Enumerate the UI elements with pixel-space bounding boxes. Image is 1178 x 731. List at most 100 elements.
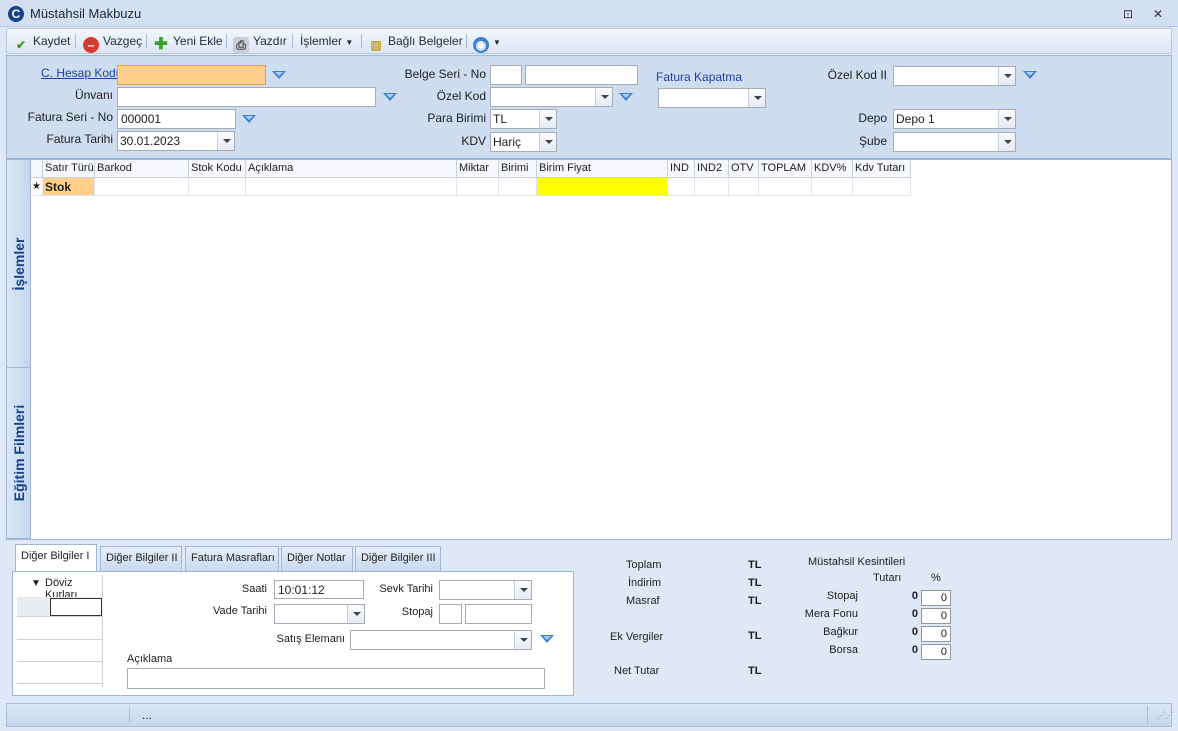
save-button[interactable]: ✔ Kaydet <box>13 29 70 53</box>
doviz-input[interactable] <box>50 598 102 616</box>
column-header[interactable]: Barkod <box>95 160 189 178</box>
dropdown-button[interactable] <box>539 133 556 151</box>
miktar-cell[interactable] <box>457 178 499 196</box>
stopaj-code-input[interactable] <box>439 604 462 624</box>
belge-seri-no-label: Belge Seri - No <box>404 67 486 81</box>
column-header[interactable]: IND <box>668 160 695 178</box>
kdv-tutari-cell[interactable] <box>853 178 911 196</box>
barkod-cell[interactable] <box>95 178 189 196</box>
column-header[interactable]: Kdv Tutarı <box>853 160 911 178</box>
cari-hesap-kodu-label[interactable]: C. Hesap Kodu <box>41 66 122 80</box>
dropdown-button[interactable] <box>514 581 531 599</box>
add-new-button[interactable]: ✚ Yeni Ekle <box>153 29 222 53</box>
kdv-select[interactable]: Hariç <box>490 132 557 152</box>
stopaj-kesinti-pct[interactable]: 0 <box>921 590 951 606</box>
dropdown-button[interactable] <box>748 89 765 107</box>
column-header[interactable]: Stok Kodu <box>189 160 246 178</box>
cancel-button[interactable]: – Vazgeç <box>83 29 142 53</box>
aciklama-cell[interactable] <box>246 178 457 196</box>
print-button[interactable]: ⎙ Yazdır <box>233 29 287 53</box>
linked-documents-button[interactable]: ▥ Bağlı Belgeler <box>368 29 462 53</box>
filter-icon[interactable] <box>383 93 397 103</box>
unvan-input[interactable] <box>117 87 376 107</box>
tab-diger-bilgiler-2[interactable]: Diğer Bilgiler II <box>100 546 182 571</box>
filter-icon[interactable] <box>540 635 554 645</box>
column-header[interactable]: IND2 <box>695 160 729 178</box>
column-header[interactable]: OTV <box>729 160 759 178</box>
resize-grip-icon[interactable]: ⋰⋰ <box>1157 710 1174 721</box>
column-header[interactable]: Açıklama <box>246 160 457 178</box>
toplam-cell[interactable] <box>759 178 812 196</box>
tab-diger-notlar[interactable]: Diğer Notlar <box>281 546 353 571</box>
stok-kodu-cell[interactable] <box>189 178 246 196</box>
dropdown-button[interactable] <box>217 132 234 150</box>
column-header[interactable]: Miktar <box>457 160 499 178</box>
borsa-pct[interactable]: 0 <box>921 644 951 660</box>
column-header[interactable]: KDV% <box>812 160 853 178</box>
tab-diger-bilgiler-3[interactable]: Diğer Bilgiler III <box>355 546 441 571</box>
depo-select[interactable]: Depo 1 <box>893 109 1016 129</box>
printer-icon: ⎙ <box>233 37 249 53</box>
new-row-marker: ★ <box>31 178 43 196</box>
para-birimi-select[interactable]: TL <box>490 109 557 129</box>
fatura-seri-no-input[interactable]: 000001 <box>117 109 236 129</box>
belge-no-input[interactable] <box>525 65 638 85</box>
column-header[interactable]: Birimi <box>499 160 537 178</box>
sevk-tarihi-picker[interactable] <box>439 580 532 600</box>
vade-tarihi-label: Vade Tarihi <box>212 605 267 617</box>
close-icon[interactable]: ✕ <box>1150 6 1166 22</box>
dropdown-button[interactable] <box>514 631 531 649</box>
restore-icon[interactable]: ⊡ <box>1120 6 1136 22</box>
tab-fatura-masraflari[interactable]: Fatura Masrafları <box>185 546 279 571</box>
dropdown-button[interactable] <box>998 110 1015 128</box>
fatura-kapatma-select[interactable] <box>658 88 766 108</box>
operations-menu-button[interactable]: İşlemler ▼ <box>300 29 353 53</box>
sube-select[interactable] <box>893 132 1016 152</box>
belge-seri-input[interactable] <box>490 65 522 85</box>
cari-hesap-kodu-input[interactable] <box>117 65 266 85</box>
column-header[interactable]: TOPLAM <box>759 160 812 178</box>
bottom-panel: Diğer Bilgiler I Diğer Bilgiler II Fatur… <box>6 541 1172 701</box>
satis-elemani-select[interactable] <box>350 630 532 650</box>
toplam-label: Toplam <box>626 559 662 571</box>
tab-islemler[interactable]: İşlemler <box>7 160 31 368</box>
dropdown-button[interactable] <box>595 88 612 106</box>
saati-input[interactable]: 10:01:12 <box>274 580 364 599</box>
vade-tarihi-picker[interactable] <box>274 604 365 624</box>
mera-fonu-pct[interactable]: 0 <box>921 608 951 624</box>
dropdown-button[interactable] <box>998 133 1015 151</box>
options-menu-button[interactable]: ◉ ▼ <box>473 29 501 53</box>
column-header[interactable]: Satır Türü <box>43 160 95 178</box>
tab-egitim-filmleri[interactable]: Eğitim Filmleri <box>7 368 31 539</box>
kdv-pct-cell[interactable] <box>812 178 853 196</box>
ind-cell[interactable] <box>668 178 695 196</box>
depo-label: Depo <box>858 111 887 125</box>
aciklama-input[interactable] <box>127 668 545 689</box>
column-header[interactable]: Birim Fiyat <box>537 160 668 178</box>
chevron-down-icon[interactable]: ▼ <box>31 578 41 589</box>
fatura-kapatma-link[interactable]: Fatura Kapatma <box>656 70 742 84</box>
filter-icon[interactable] <box>272 71 286 81</box>
fatura-tarihi-picker[interactable]: 30.01.2023 <box>117 131 235 151</box>
dropdown-button[interactable] <box>539 110 556 128</box>
filter-icon[interactable] <box>242 115 256 125</box>
dropdown-button[interactable] <box>998 67 1015 85</box>
aciklama-label: Açıklama <box>127 653 173 665</box>
borsa-amount: 0 <box>911 644 918 656</box>
satir-turu-cell[interactable]: Stok <box>43 178 95 196</box>
tab-diger-bilgiler-1[interactable]: Diğer Bilgiler I <box>15 544 97 572</box>
globe-icon: ◉ <box>473 37 489 53</box>
filter-icon[interactable] <box>619 93 633 103</box>
stopaj-input[interactable] <box>465 604 532 624</box>
filter-icon[interactable] <box>1023 71 1037 81</box>
ek-vergiler-currency: TL <box>748 630 762 642</box>
ozel-kod-select[interactable] <box>490 87 613 107</box>
birim-fiyat-cell[interactable] <box>537 178 668 196</box>
otv-cell[interactable] <box>729 178 759 196</box>
saati-label: Saati <box>241 583 267 595</box>
ind2-cell[interactable] <box>695 178 729 196</box>
bagkur-pct[interactable]: 0 <box>921 626 951 642</box>
masraf-label: Masraf <box>626 595 660 607</box>
ozel-kod-2-select[interactable] <box>893 66 1016 86</box>
birimi-cell[interactable] <box>499 178 537 196</box>
